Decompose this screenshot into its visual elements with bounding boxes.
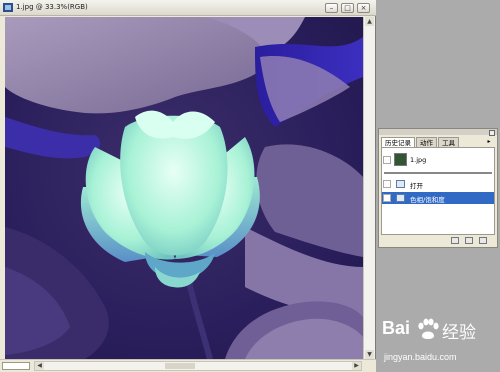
new-document-from-state-icon[interactable] — [451, 237, 459, 244]
history-step-hue-saturation[interactable]: 色相/饱和度 — [382, 192, 494, 204]
close-button[interactable]: × — [357, 3, 370, 13]
adjustment-step-icon — [396, 194, 405, 202]
history-brush-icon[interactable] — [383, 180, 391, 188]
image-canvas[interactable] — [5, 17, 363, 359]
status-row: ◀ ▶ — [0, 359, 376, 372]
history-list: 1.jpg 打开 色相/饱和度 — [381, 147, 495, 235]
snapshot-row[interactable]: 1.jpg — [382, 150, 494, 172]
document-window: 1.jpg @ 33.3%(RGB) – □ × ▲ ▼ ◀ ▶ — [0, 0, 376, 372]
snapshot-thumbnail — [394, 153, 407, 166]
palette-grip[interactable] — [379, 129, 497, 136]
snapshot-divider — [384, 172, 492, 174]
watermark-brand-latin: Bai — [382, 318, 411, 338]
scroll-right-icon[interactable]: ▶ — [352, 362, 361, 370]
horizontal-scrollbar[interactable]: ◀ ▶ — [34, 361, 362, 371]
scroll-left-icon[interactable]: ◀ — [35, 362, 44, 370]
history-step-open[interactable]: 打开 — [382, 178, 494, 190]
history-palette: 历史记录 动作 工具 ▸ 1.jpg 打开 色相/饱和度 — [378, 128, 498, 248]
baidu-paw-icon — [418, 318, 439, 339]
watermark-brand-cn: 经验 — [442, 323, 476, 343]
palette-tabs: 历史记录 动作 工具 — [381, 137, 460, 148]
document-titlebar[interactable]: 1.jpg @ 33.3%(RGB) – □ × — [0, 0, 376, 16]
history-brush-icon[interactable] — [383, 156, 391, 164]
palette-menu-icon[interactable]: ▸ — [485, 138, 493, 145]
scroll-up-icon[interactable]: ▲ — [365, 17, 374, 26]
palette-close-icon[interactable] — [489, 130, 495, 136]
baidu-jingyan-watermark: Bai 经验 jingyan.baidu.com — [382, 318, 500, 372]
scroll-down-icon[interactable]: ▼ — [365, 350, 374, 359]
snapshot-label: 1.jpg — [410, 156, 427, 164]
minimize-button[interactable]: – — [325, 3, 338, 13]
maximize-button[interactable]: □ — [341, 3, 354, 13]
scroll-thumb[interactable] — [165, 363, 195, 369]
new-snapshot-icon[interactable] — [465, 237, 473, 244]
history-brush-icon[interactable] — [383, 194, 391, 202]
photoshop-doc-icon — [3, 3, 13, 12]
palette-footer — [381, 236, 495, 246]
history-step-label: 打开 — [410, 182, 423, 190]
document-title: 1.jpg @ 33.3%(RGB) — [16, 3, 88, 11]
open-step-icon — [396, 180, 405, 188]
vertical-scrollbar[interactable]: ▲ ▼ — [363, 17, 375, 359]
delete-state-icon[interactable] — [479, 237, 487, 244]
zoom-field[interactable] — [2, 362, 30, 370]
lotus-photo — [5, 17, 363, 359]
watermark-url: jingyan.baidu.com — [384, 352, 457, 362]
history-step-label: 色相/饱和度 — [410, 196, 445, 204]
